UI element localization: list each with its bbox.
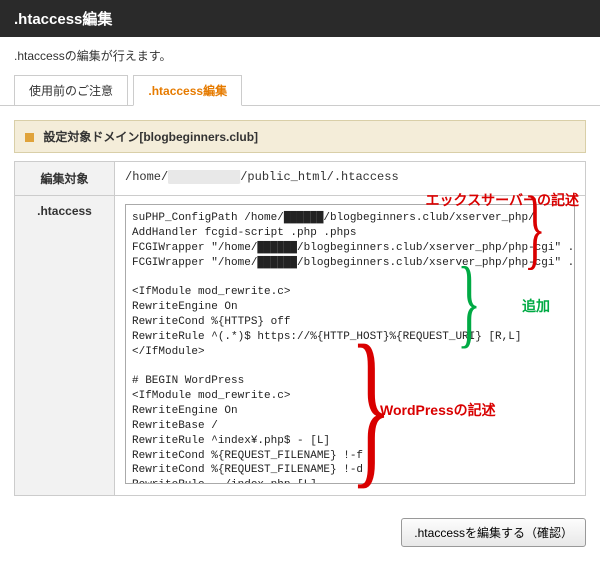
target-domain-value: [blogbeginners.club] xyxy=(139,130,258,144)
redacted-text: ██████████ xyxy=(168,170,240,184)
tab-htaccess-edit[interactable]: .htaccess編集 xyxy=(133,75,242,106)
table-row: 編集対象 /home/██████████/public_html/.htacc… xyxy=(15,162,586,196)
page-description: .htaccessの編集が行えます。 xyxy=(0,37,600,74)
confirm-edit-button[interactable]: .htaccessを編集する（確認） xyxy=(401,518,586,547)
target-domain-bar: 設定対象ドメイン[blogbeginners.club] xyxy=(14,120,586,153)
tabs: 使用前のご注意 .htaccess編集 xyxy=(0,74,600,106)
settings-table: 編集対象 /home/██████████/public_html/.htacc… xyxy=(14,161,586,496)
edit-target-path: /home/██████████/public_html/.htaccess xyxy=(115,162,586,196)
table-row: .htaccess エックスサーバーの記述 } } 追加 } WordPress… xyxy=(15,196,586,496)
tab-notice[interactable]: 使用前のご注意 xyxy=(14,75,128,105)
page-title: .htaccess編集 xyxy=(0,0,600,37)
htaccess-textarea[interactable] xyxy=(125,204,575,484)
row-label-htaccess: .htaccess xyxy=(15,196,115,496)
target-domain-label: 設定対象ドメイン xyxy=(43,130,139,144)
square-icon xyxy=(25,133,34,142)
row-label-target: 編集対象 xyxy=(15,162,115,196)
